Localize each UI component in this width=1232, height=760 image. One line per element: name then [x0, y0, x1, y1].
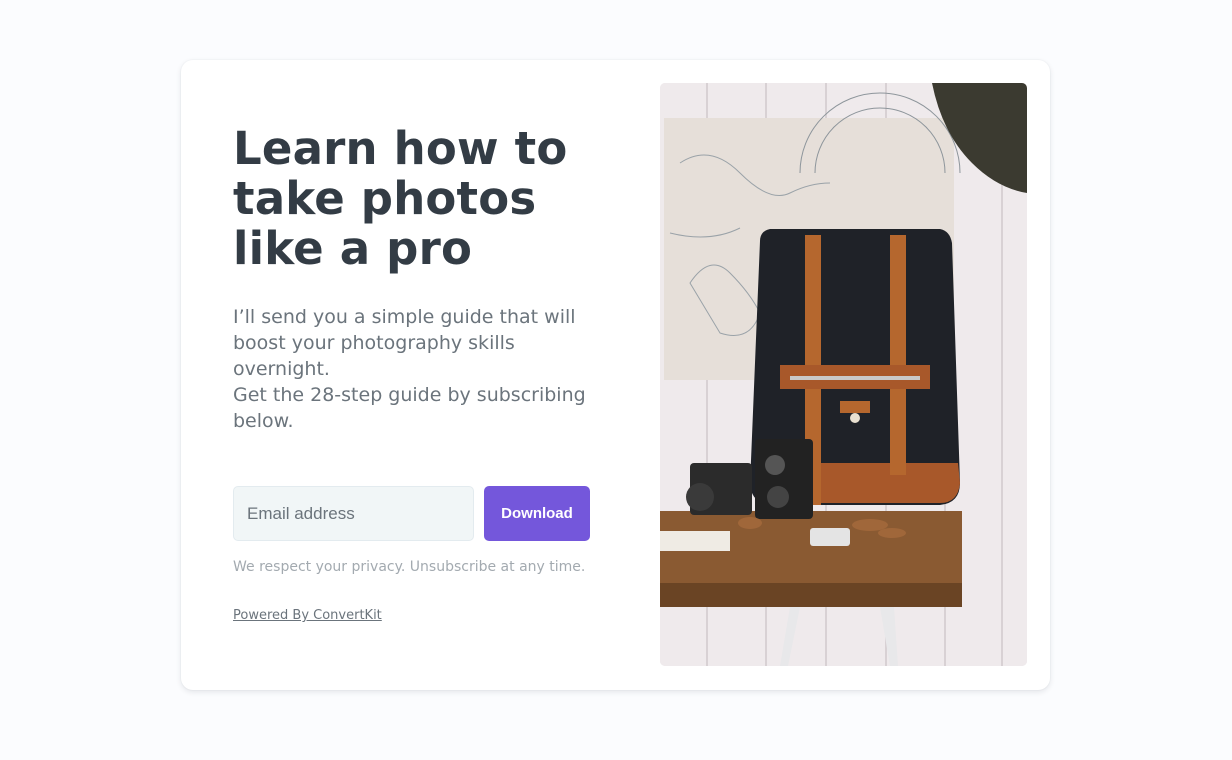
offer-text: Get the 28-step guide by subscribing bel… [233, 384, 586, 432]
privacy-note: We respect your privacy. Unsubscribe at … [233, 559, 586, 575]
intro-text: I’ll send you a simple guide that will b… [233, 306, 576, 380]
powered-by-link[interactable]: Powered By ConvertKit [233, 608, 382, 623]
email-field[interactable] [233, 486, 474, 541]
page-title: Learn how to take photos like a pro [233, 122, 568, 275]
subscribe-card: Learn how to take photos like a pro I’ll… [181, 60, 1050, 690]
download-button[interactable]: Download [484, 486, 590, 541]
backpack-photo-illustration [660, 83, 1027, 666]
backpack-photo [660, 83, 1027, 666]
